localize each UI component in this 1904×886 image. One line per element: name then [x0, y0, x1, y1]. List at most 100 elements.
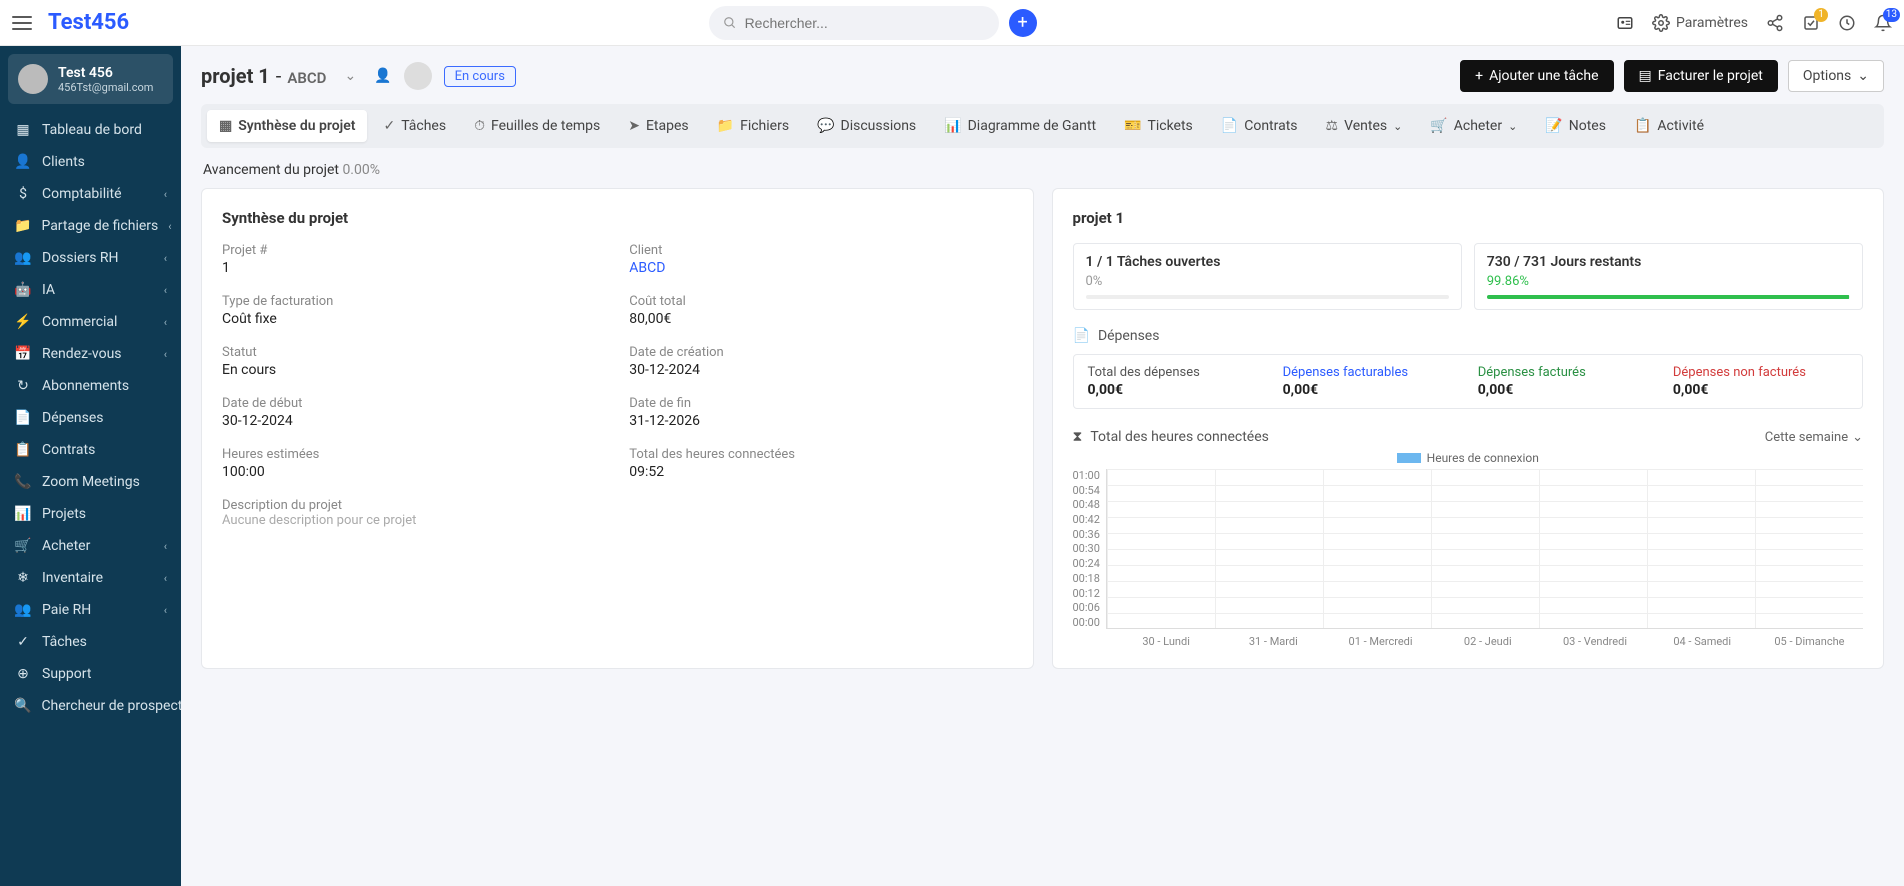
expenses-table: Total des dépenses0,00€ Dépenses factura…	[1073, 354, 1864, 409]
chevron-left-icon: ‹	[164, 540, 167, 553]
tab-label: Fichiers	[740, 118, 789, 134]
tab[interactable]: ▦Synthèse du projet	[207, 110, 367, 142]
sidebar-item[interactable]: 📋 Contrats	[0, 434, 181, 466]
tab-label: Tâches	[401, 118, 446, 134]
member-avatar[interactable]	[404, 62, 432, 90]
sidebar-item[interactable]: ⊕Support	[0, 658, 181, 690]
add-task-button[interactable]: +Ajouter une tâche	[1460, 60, 1613, 92]
status-pill[interactable]: En cours	[444, 66, 516, 87]
nav-label: Paie RH	[42, 602, 91, 618]
nav-icon: 🛒	[14, 538, 32, 554]
sidebar-item[interactable]: 👥Dossiers RH‹	[0, 242, 181, 274]
clock-icon[interactable]	[1838, 14, 1856, 32]
tab-label: Tickets	[1148, 118, 1193, 134]
user-card[interactable]: Test 456 456Tst@gmail.com	[8, 54, 173, 104]
tab[interactable]: ➤Etapes	[616, 110, 700, 142]
tab[interactable]: 💬Discussions	[805, 110, 928, 142]
tasks-stat: 1 / 1 Tâches ouvertes 0%	[1073, 243, 1462, 310]
invoice-icon: ▤	[1639, 68, 1652, 84]
hours-section: ⧗Total des heures connectées	[1073, 429, 1269, 445]
nav-icon: 👥	[14, 602, 32, 618]
tasks-icon[interactable]: 1	[1802, 14, 1820, 32]
nav-label: Abonnements	[42, 378, 129, 394]
sidebar-item[interactable]: 📁Partage de fichiers‹	[0, 210, 181, 242]
nav-label: IA	[42, 282, 55, 298]
tab[interactable]: 📄Contrats	[1209, 110, 1310, 142]
tab-icon: 📋	[1634, 118, 1651, 134]
nav-icon: 📄	[14, 410, 32, 426]
progress-label: Avancement du projet	[203, 162, 339, 178]
tab[interactable]: 📋Activité	[1622, 110, 1716, 142]
summary-card: Synthèse du projet Projet #1 ClientABCD …	[201, 188, 1034, 669]
tab[interactable]: 📁Fichiers	[705, 110, 801, 142]
project-title: projet 1 - ABCD	[201, 64, 326, 88]
sidebar-item[interactable]: 🛒 Acheter ‹	[0, 530, 181, 562]
nav-label: Clients	[42, 154, 85, 170]
sidebar-item[interactable]: 👥 Paie RH ‹	[0, 594, 181, 626]
sidebar-item[interactable]: ❄Inventaire‹	[0, 562, 181, 594]
menu-toggle-icon[interactable]	[12, 16, 32, 30]
chevron-down-icon: ⌄	[1857, 68, 1869, 84]
options-button[interactable]: Options⌄	[1788, 60, 1884, 92]
nav-icon: 👥	[14, 250, 32, 266]
nav-label: Commercial	[42, 314, 117, 330]
chevron-left-icon: ‹	[168, 220, 171, 233]
tab-icon: ✓	[383, 118, 395, 134]
nav-icon: 🔍	[14, 698, 31, 714]
nav-icon: ↻	[14, 378, 32, 394]
tab-label: Etapes	[646, 118, 689, 134]
tab[interactable]: 📝Notes	[1533, 110, 1618, 142]
tab-icon: ⏱	[474, 118, 485, 134]
sidebar-item[interactable]: 🤖IA‹	[0, 274, 181, 306]
share-icon[interactable]	[1766, 14, 1784, 32]
sidebar-item[interactable]: 📞Zoom Meetings	[0, 466, 181, 498]
brand-logo[interactable]: Test456	[48, 10, 129, 35]
user-name: Test 456	[58, 65, 153, 81]
sidebar-item[interactable]: $Comptabilité‹	[0, 178, 181, 210]
chevron-left-icon: ‹	[164, 572, 167, 585]
project-name: projet 1	[201, 64, 270, 88]
add-button[interactable]: +	[1009, 9, 1037, 37]
sidebar: Test 456 456Tst@gmail.com ▦Tableau de bo…	[0, 46, 181, 886]
tab[interactable]: 📊Diagramme de Gantt	[932, 110, 1108, 142]
project-dropdown-icon[interactable]: ⌄	[338, 68, 362, 84]
sidebar-item[interactable]: 🔍Chercheur de prospects	[0, 690, 181, 722]
user-outline-icon[interactable]: 👤	[374, 68, 391, 84]
invoice-project-button[interactable]: ▤Facturer le projet	[1624, 60, 1778, 92]
settings-label: Paramètres	[1676, 15, 1748, 31]
sidebar-item[interactable]: 👤Clients	[0, 146, 181, 178]
nav-label: Dépenses	[42, 410, 104, 426]
chevron-down-icon: ⌄	[1852, 430, 1863, 445]
sidebar-item[interactable]: ✓Tâches	[0, 626, 181, 658]
sidebar-item[interactable]: 📄 Dépenses	[0, 402, 181, 434]
tab[interactable]: 🛒Acheter⌄	[1418, 110, 1529, 142]
bell-icon[interactable]: 13	[1874, 14, 1892, 32]
nav-label: Acheter	[42, 538, 90, 554]
tab-icon: 💬	[817, 118, 834, 134]
client-link[interactable]: ABCD	[629, 260, 1012, 276]
period-dropdown[interactable]: Cette semaine⌄	[1765, 430, 1863, 445]
sidebar-item[interactable]: ⚡Commercial‹	[0, 306, 181, 338]
search-input-wrap[interactable]	[709, 6, 999, 40]
search-input[interactable]	[745, 15, 985, 31]
nav-icon: 📋	[14, 442, 32, 458]
nav-icon: 🤖	[14, 282, 32, 298]
id-card-icon[interactable]	[1616, 14, 1634, 32]
nav-label: Contrats	[42, 442, 95, 458]
tab[interactable]: ✓ Tâches	[371, 110, 458, 142]
settings-button[interactable]: Paramètres	[1652, 14, 1748, 32]
sidebar-item[interactable]: 📅Rendez-vous‹	[0, 338, 181, 370]
nav-icon: 📊	[14, 506, 32, 522]
sidebar-item[interactable]: ▦Tableau de bord	[0, 114, 181, 146]
nav-icon: ❄	[14, 570, 32, 586]
tab-icon: 📊	[944, 118, 961, 134]
desc-empty: Aucune description pour ce projet	[222, 513, 1013, 528]
tab[interactable]: ⏱Feuilles de temps	[462, 110, 612, 142]
sidebar-item[interactable]: 📊Projets	[0, 498, 181, 530]
tab[interactable]: 🎫Tickets	[1112, 110, 1205, 142]
tab[interactable]: ⚖Ventes⌄	[1314, 110, 1415, 142]
sidebar-item[interactable]: ↻ Abonnements	[0, 370, 181, 402]
chevron-left-icon: ‹	[164, 604, 167, 617]
chevron-left-icon: ‹	[164, 252, 167, 265]
stats-card: projet 1 1 / 1 Tâches ouvertes 0% 730 / …	[1052, 188, 1885, 669]
